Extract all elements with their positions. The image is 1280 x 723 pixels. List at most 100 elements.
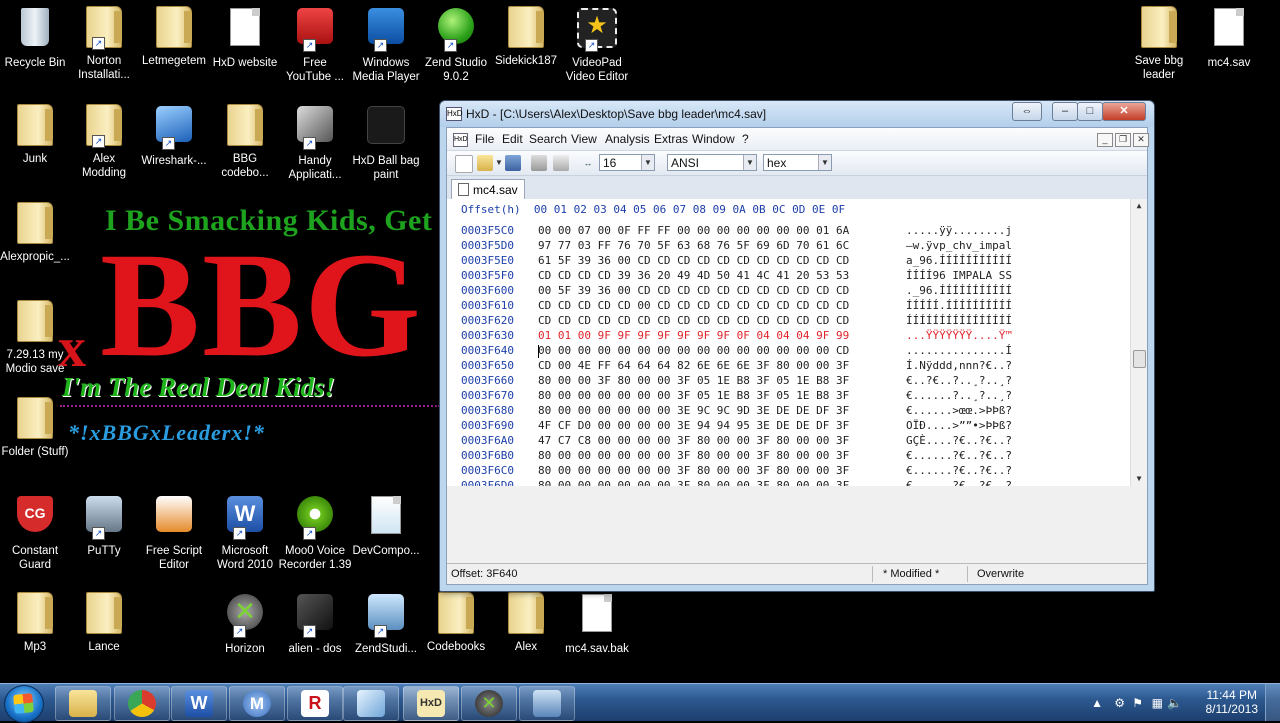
tab-mc4-sav[interactable]: mc4.sav — [451, 179, 525, 201]
row-text[interactable]: ÍÍÍÍÍ.ÍÍÍÍÍÍÍÍÍÍ — [906, 299, 1012, 312]
row-text[interactable]: ...............Í — [906, 344, 1012, 357]
desktop-icon-windows-media-player[interactable]: ↗ Windows Media Player — [348, 6, 424, 84]
menu-help[interactable]: ? — [742, 132, 749, 146]
hex-editor-pane[interactable]: Offset(h) 00 01 02 03 04 05 06 07 08 09 … — [447, 199, 1147, 486]
desktop-icon-zend-studio[interactable]: ↗ Zend Studio 9.0.2 — [418, 6, 494, 84]
desktop-icon-sidekick187[interactable]: Sidekick187 — [488, 6, 564, 68]
desktop-icon-videopad[interactable]: ★ ↗ VideoPad Video Editor — [559, 6, 635, 84]
row-text[interactable]: a_96.ÍÍÍÍÍÍÍÍÍÍÍ — [906, 254, 1012, 267]
taskbar-window-switcher[interactable] — [343, 686, 399, 721]
row-hex-bytes[interactable]: CD 00 4E FF 64 64 64 82 6E 6E 6E 3F 80 0… — [538, 359, 849, 372]
row-hex-bytes[interactable]: 01 01 00 9F 9F 9F 9F 9F 9F 9F 0F 04 04 0… — [538, 329, 849, 342]
row-text[interactable]: ÍÍÍÍ96 IMPALA SS — [906, 269, 1012, 282]
show-desktop-button[interactable] — [1265, 684, 1280, 721]
document-window-icon[interactable]: HxD — [453, 133, 468, 147]
tray-flag-icon[interactable]: ⚑ — [1132, 696, 1143, 710]
new-file-icon[interactable] — [455, 155, 473, 173]
desktop-icon-mp3[interactable]: Mp3 — [0, 592, 73, 654]
row-hex-bytes[interactable]: 97 77 03 FF 76 70 5F 63 68 76 5F 69 6D 7… — [538, 239, 849, 252]
open-folder-icon[interactable] — [477, 155, 493, 171]
row-hex-bytes[interactable]: 61 5F 39 36 00 CD CD CD CD CD CD CD CD C… — [538, 254, 849, 267]
bytes-per-row-select[interactable]: 16 ▼ — [599, 154, 655, 171]
row-hex-bytes[interactable]: 80 00 00 00 00 00 00 3E 9C 9C 9D 3E DE D… — [538, 404, 849, 417]
desktop-icon-hxd-ballbag[interactable]: HxD Ball bag paint — [348, 104, 424, 182]
open-dropdown-icon[interactable]: ▼ — [495, 155, 503, 171]
mdi-restore-button[interactable]: ❐ — [1115, 133, 1131, 147]
row-hex-bytes[interactable]: CD CD CD CD CD CD CD CD CD CD CD CD CD C… — [538, 314, 849, 327]
row-hex-bytes[interactable]: 00 00 07 00 0F FF FF 00 00 00 00 00 00 0… — [538, 224, 849, 237]
desktop-icon-word-2010[interactable]: W ↗ Microsoft Word 2010 — [207, 494, 283, 572]
row-hex-bytes[interactable]: 80 00 00 00 00 00 00 3F 80 00 00 3F 80 0… — [538, 479, 849, 486]
hex-row[interactable]: 0003F670 80 00 00 00 00 00 00 3F 05 1E B8… — [461, 389, 1012, 404]
hex-row[interactable]: 0003F6A0 47 C7 C8 00 00 00 00 3F 80 00 00… — [461, 434, 1012, 449]
hex-row[interactable]: 0003F6C0 80 00 00 00 00 00 00 3F 80 00 00… — [461, 464, 1012, 479]
vertical-scrollbar[interactable]: ▲ ▼ — [1130, 199, 1147, 486]
start-button[interactable] — [4, 685, 44, 723]
desktop-icon-zendstudi[interactable]: ↗ ZendStudi... — [348, 592, 424, 656]
taskbar-rockstar[interactable]: R — [287, 686, 343, 721]
hex-row[interactable]: 0003F650 CD 00 4E FF 64 64 64 82 6E 6E 6E… — [461, 359, 1012, 374]
offset-base-select[interactable]: hex ▼ — [763, 154, 832, 171]
row-hex-bytes[interactable]: 80 00 00 00 00 00 00 3F 05 1E B8 3F 05 1… — [538, 389, 849, 402]
desktop-icon-putty[interactable]: ↗ PuTTy — [66, 494, 142, 558]
row-text[interactable]: ._96.ÍÍÍÍÍÍÍÍÍÍÍ — [906, 284, 1012, 297]
close-button[interactable]: ✕ — [1102, 102, 1146, 121]
scroll-down-icon[interactable]: ▼ — [1131, 472, 1147, 486]
desktop-icon-horizon[interactable]: ✕ ↗ Horizon — [207, 592, 283, 656]
row-text[interactable]: €......?..¸?..¸? — [906, 389, 1012, 402]
hex-row[interactable]: 0003F680 80 00 00 00 00 00 00 3E 9C 9C 9D… — [461, 404, 1012, 419]
row-text[interactable]: €......>œœ.>ÞÞß? — [906, 404, 1012, 417]
desktop-icon-free-youtube[interactable]: ↗ Free YouTube ... — [277, 6, 353, 84]
minimize-button[interactable]: – — [1052, 102, 1078, 121]
hex-row[interactable]: 0003F6B0 80 00 00 00 00 00 00 3F 80 00 00… — [461, 449, 1012, 464]
row-text[interactable]: €..?€..?..¸?..¸? — [906, 374, 1012, 387]
tray-network-icon[interactable]: ▦ — [1152, 696, 1163, 710]
menu-edit[interactable]: Edit — [502, 132, 523, 146]
hex-row[interactable]: 0003F620 CD CD CD CD CD CD CD CD CD CD CD… — [461, 314, 1012, 329]
hex-row[interactable]: 0003F660 80 00 00 3F 80 00 00 3F 05 1E B8… — [461, 374, 1012, 389]
taskbar-m-app[interactable]: M — [229, 686, 285, 721]
tray-app-icon[interactable]: ⚙ — [1114, 696, 1125, 710]
row-hex-bytes[interactable]: CD CD CD CD CD 00 CD CD CD CD CD CD CD C… — [538, 299, 849, 312]
hex-row[interactable]: 0003F6D0 80 00 00 00 00 00 00 3F 80 00 00… — [461, 479, 1012, 486]
menu-analysis[interactable]: Analysis — [605, 132, 650, 146]
row-hex-bytes[interactable]: 80 00 00 00 00 00 00 3F 80 00 00 3F 80 0… — [538, 449, 849, 462]
desktop-icon-alex-modding[interactable]: ↗ Alex Modding — [66, 104, 142, 180]
row-text[interactable]: €......?€..?€..? — [906, 449, 1012, 462]
hex-row[interactable]: 0003F5F0 CD CD CD CD 39 36 20 49 4D 50 41… — [461, 269, 1012, 284]
hex-row[interactable]: 0003F610 CD CD CD CD CD 00 CD CD CD CD CD… — [461, 299, 1012, 314]
hex-row[interactable]: 0003F5C0 00 00 07 00 0F FF FF 00 00 00 00… — [461, 224, 1012, 239]
taskbar-word[interactable]: W — [171, 686, 227, 721]
hex-row[interactable]: 0003F5D0 97 77 03 FF 76 70 5F 63 68 76 5F… — [461, 239, 1012, 254]
desktop-icon-lance[interactable]: Lance — [66, 592, 142, 654]
desktop-icon-codebooks[interactable]: Codebooks — [418, 592, 494, 654]
row-hex-bytes[interactable]: 47 C7 C8 00 00 00 00 3F 80 00 00 3F 80 0… — [538, 434, 849, 447]
scroll-thumb[interactable] — [1133, 350, 1146, 368]
hex-row[interactable]: 0003F640 00 00 00 00 00 00 00 00 00 00 00… — [461, 344, 1012, 359]
desktop-icon-mc4-sav-bak[interactable]: mc4.sav.bak — [559, 592, 635, 656]
taskbar-xbox[interactable]: ✕ — [461, 686, 517, 721]
properties-icon[interactable] — [553, 155, 569, 171]
row-text[interactable]: .....ÿÿ........j — [906, 224, 1012, 237]
taskbar-hxd[interactable]: HxD — [403, 686, 459, 721]
desktop-icon-mc4-sav[interactable]: mc4.sav — [1191, 6, 1267, 70]
hex-row[interactable]: 0003F630 01 01 00 9F 9F 9F 9F 9F 9F 9F 0F… — [461, 329, 1012, 344]
desktop-icon-norton[interactable]: ↗ Norton Installati... — [66, 6, 142, 82]
row-text[interactable]: €......?€..?€..? — [906, 479, 1012, 486]
desktop-icon-constant-guard[interactable]: CG Constant Guard — [0, 494, 73, 572]
status-mode[interactable]: Overwrite — [977, 568, 1024, 580]
taskbar-chrome[interactable] — [114, 686, 170, 721]
row-text[interactable]: —w.ÿvp_chv_impal — [906, 239, 1012, 252]
hxd-window[interactable]: HxD HxD - [C:\Users\Alex\Desktop\Save bb… — [439, 100, 1155, 592]
taskbar-explorer[interactable] — [55, 686, 111, 721]
row-hex-bytes[interactable]: 80 00 00 00 00 00 00 3F 80 00 00 3F 80 0… — [538, 464, 849, 477]
desktop-icon-handy[interactable]: ↗ Handy Applicati... — [277, 104, 353, 182]
desktop-icon-devcompo[interactable]: DevCompo... — [348, 494, 424, 558]
desktop-icon-letmegetem[interactable]: Letmegetem — [136, 6, 212, 68]
desktop-icon-free-script-editor[interactable]: Free Script Editor — [136, 494, 212, 572]
hex-row[interactable]: 0003F5E0 61 5F 39 36 00 CD CD CD CD CD CD… — [461, 254, 1012, 269]
menu-window[interactable]: Window — [692, 132, 735, 146]
row-text[interactable]: GÇÈ....?€..?€..? — [906, 434, 1012, 447]
menu-file[interactable]: File — [475, 132, 494, 146]
row-text[interactable]: Í.Nÿddd‚nnn?€..? — [906, 359, 1012, 372]
